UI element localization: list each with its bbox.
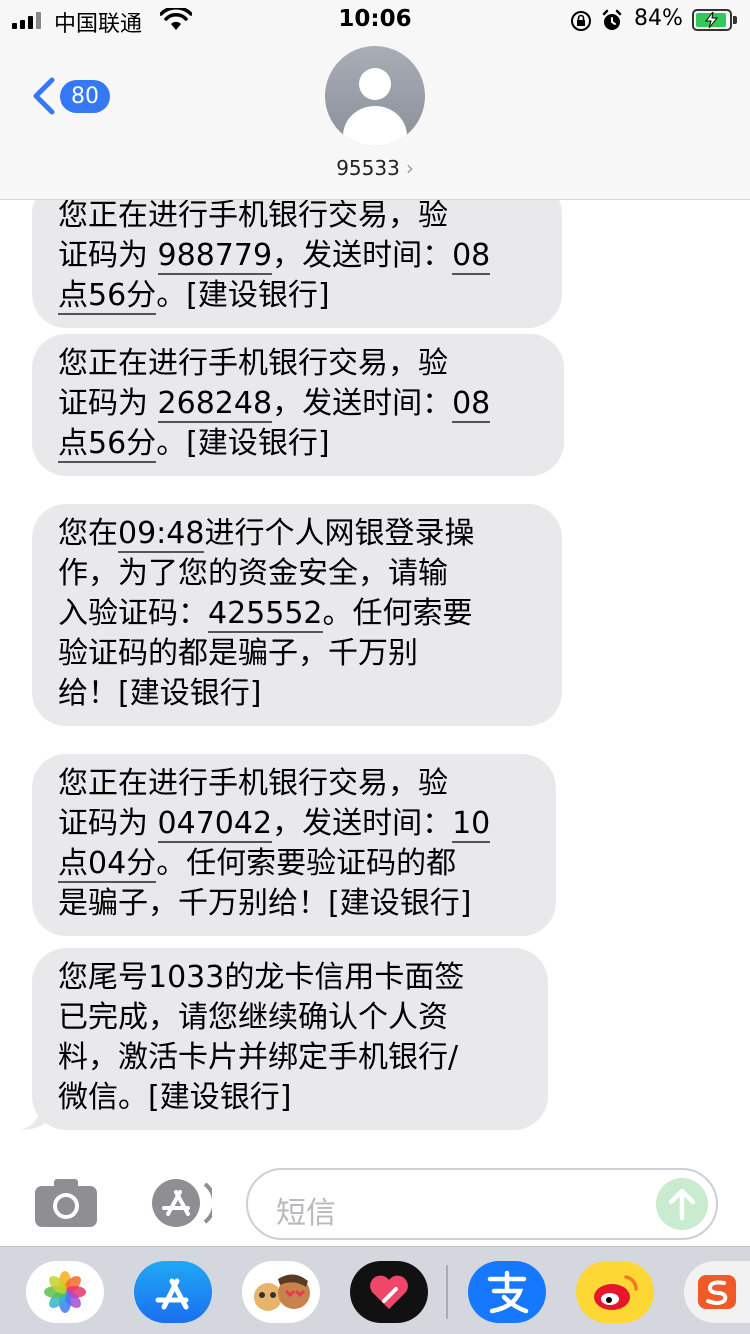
orientation-lock-icon	[571, 11, 591, 31]
contact-avatar[interactable]	[325, 46, 425, 146]
status-bar: 中国联通 10:06 84%	[0, 0, 750, 40]
message-bubble[interactable]: 您尾号1033的龙卡信用卡面签 已完成，请您继续确认个人资 料，激活卡片并绑定手…	[20, 948, 548, 1130]
alarm-icon	[602, 9, 622, 30]
chevron-left-icon	[33, 77, 55, 115]
message-text-segment: 您在	[58, 516, 118, 551]
message-bubble[interactable]: 您正在进行手机银行交易，验 证码为 268248，发送时间：08 点56分。[建…	[32, 334, 564, 476]
message-text-segment: ，发送时间：	[272, 238, 453, 273]
drawer-divider	[446, 1265, 448, 1319]
detected-data-link[interactable]: 988779	[157, 238, 273, 275]
message-input-placeholder: 短信	[276, 1196, 336, 1231]
send-arrow-icon	[668, 1188, 696, 1221]
message-text-segment: 您尾号1033的龙卡信用卡面签 已完成，请您继续确认个人资 料，激活卡片并绑定手…	[58, 960, 465, 1115]
app-store-icon[interactable]	[142, 1178, 212, 1228]
chevron-right-icon: ›	[405, 156, 414, 180]
message-list[interactable]: 您正在进行手机银行交易，验 证码为 988779，发送时间：08 点56分。[建…	[0, 200, 750, 1148]
app-drawer	[0, 1246, 750, 1334]
conversation-header: 中国联通 10:06 84% 80 95533 ›	[0, 0, 750, 200]
detected-data-link[interactable]: 425552	[208, 596, 323, 633]
send-button[interactable]	[656, 1178, 708, 1230]
message-input[interactable]: 短信	[246, 1168, 718, 1240]
message-text-segment: ，发送时间：	[272, 386, 453, 421]
message-text-segment: 。[建设银行]	[156, 426, 330, 461]
contact-name-button[interactable]: 95533 ›	[0, 156, 750, 180]
battery-charging-icon	[692, 9, 737, 31]
bubble-tail	[20, 1104, 50, 1130]
compose-bar: 短信	[0, 1160, 750, 1246]
message-bubble[interactable]: 您在09:48进行个人网银登录操 作，为了您的资金安全，请输 入验证码：4255…	[32, 504, 562, 726]
app-store-app-icon[interactable]	[134, 1261, 212, 1323]
message-text-segment: 。[建设银行]	[156, 278, 330, 313]
digital-touch-app-icon[interactable]	[350, 1261, 428, 1323]
message-bubble[interactable]: 您正在进行手机银行交易，验 证码为 047042，发送时间：10 点04分。任何…	[32, 754, 556, 936]
camera-icon[interactable]	[34, 1178, 98, 1228]
back-button[interactable]: 80	[30, 76, 110, 116]
message-bubble[interactable]: 您正在进行手机银行交易，验 证码为 988779，发送时间：08 点56分。[建…	[32, 200, 562, 328]
weibo-app-icon[interactable]	[576, 1261, 654, 1323]
alipay-app-icon[interactable]	[468, 1261, 546, 1323]
message-text: 您正在进行手机银行交易，验 证码为 047042，发送时间：10 点04分。任何…	[58, 764, 530, 924]
unread-count-badge: 80	[60, 79, 110, 113]
detected-data-link[interactable]: 047042	[157, 806, 273, 843]
message-text-segment: ，发送时间：	[272, 806, 453, 841]
sogou-input-app-icon[interactable]	[684, 1261, 750, 1323]
message-text: 您尾号1033的龙卡信用卡面签 已完成，请您继续确认个人资 料，激活卡片并绑定手…	[58, 958, 522, 1118]
battery-percentage: 84%	[634, 6, 683, 31]
detected-data-link[interactable]: 09:48	[118, 516, 205, 553]
detected-data-link[interactable]: 268248	[157, 386, 273, 423]
message-text: 您正在进行手机银行交易，验 证码为 988779，发送时间：08 点56分。[建…	[58, 200, 536, 316]
photos-app-icon[interactable]	[26, 1261, 104, 1323]
message-text: 您在09:48进行个人网银登录操 作，为了您的资金安全，请输 入验证码：4255…	[58, 514, 536, 714]
memoji-app-icon[interactable]	[242, 1261, 320, 1323]
contact-name: 95533	[336, 156, 400, 180]
message-text: 您正在进行手机银行交易，验 证码为 268248，发送时间：08 点56分。[建…	[58, 344, 538, 464]
